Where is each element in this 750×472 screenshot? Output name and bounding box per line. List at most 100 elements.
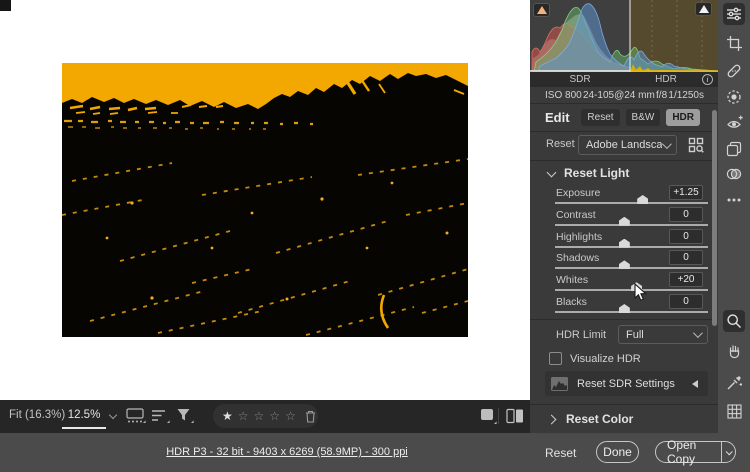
crop-tool[interactable] bbox=[723, 32, 745, 54]
color-section-title: Reset Color bbox=[566, 412, 634, 426]
bw-button[interactable]: B&W bbox=[625, 109, 661, 126]
slider-label: Shadows bbox=[556, 252, 600, 265]
edit-tool[interactable] bbox=[723, 3, 745, 25]
slider-track[interactable] bbox=[555, 195, 708, 204]
reset-sdr-button[interactable]: Reset SDR Settings bbox=[545, 371, 708, 396]
slider-blacks: Blacks 0 bbox=[530, 293, 718, 317]
profile-select[interactable]: Adobe Landscape bbox=[578, 135, 677, 155]
photo-image bbox=[61, 63, 469, 337]
highlight-clipping-icon bbox=[698, 5, 709, 13]
histogram-graph bbox=[530, 0, 719, 73]
crop-icon bbox=[726, 35, 742, 51]
zoom-menu-chevron-icon[interactable] bbox=[108, 410, 118, 420]
preview-toggle-button[interactable] bbox=[480, 408, 497, 428]
presets-icon bbox=[726, 141, 742, 157]
image-canvas[interactable] bbox=[0, 0, 530, 400]
eyedropper-icon bbox=[727, 376, 742, 390]
slider-thumb[interactable] bbox=[618, 260, 630, 270]
slider-value[interactable]: 0 bbox=[669, 206, 703, 222]
slider-contrast: Contrast 0 bbox=[530, 206, 718, 230]
slider-thumb[interactable] bbox=[637, 195, 649, 204]
zoom-tool[interactable] bbox=[723, 310, 745, 332]
slider-highlights: Highlights 0 bbox=[530, 228, 718, 252]
star-2[interactable]: ☆ bbox=[238, 410, 249, 422]
slider-track[interactable] bbox=[555, 303, 708, 313]
reset-all-button[interactable]: Reset bbox=[545, 446, 576, 460]
slider-value[interactable]: 0 bbox=[669, 228, 703, 244]
info-icon[interactable]: i bbox=[702, 74, 713, 85]
star-5[interactable]: ☆ bbox=[285, 410, 296, 422]
zoom-level-button[interactable]: 12.5% bbox=[65, 409, 103, 421]
slider-value[interactable]: +1.25 bbox=[669, 185, 703, 200]
white-balance-tool[interactable] bbox=[723, 372, 745, 394]
chevron-right-icon bbox=[546, 414, 557, 425]
slider-thumb[interactable] bbox=[618, 238, 630, 248]
visualize-hdr-checkbox[interactable] bbox=[549, 352, 562, 365]
visualize-hdr-row: Visualize HDR bbox=[530, 351, 718, 369]
status-bar: HDR P3 - 32 bit - 9403 x 6269 (58.9MP) -… bbox=[0, 433, 750, 472]
red-eye-tool[interactable] bbox=[723, 112, 745, 134]
iso-value: ISO 800 bbox=[545, 89, 582, 101]
light-section-header[interactable]: Reset Light bbox=[530, 163, 718, 183]
open-copy-menu-button[interactable] bbox=[722, 447, 735, 455]
profile-browser-icon[interactable] bbox=[688, 137, 704, 156]
highlight-clipping-indicator[interactable] bbox=[695, 2, 712, 16]
grid-tool[interactable] bbox=[723, 400, 745, 422]
filter-button[interactable] bbox=[176, 407, 194, 428]
done-button[interactable]: Done bbox=[596, 441, 639, 463]
slider-value[interactable]: 0 bbox=[669, 250, 703, 266]
sort-lines-icon bbox=[152, 410, 170, 423]
trash-icon bbox=[305, 410, 315, 423]
shadow-clipping-icon bbox=[536, 6, 547, 14]
profile-reset-label[interactable]: Reset bbox=[546, 138, 575, 150]
slider-track[interactable] bbox=[555, 216, 708, 226]
slider-track[interactable] bbox=[555, 238, 708, 248]
file-info-link[interactable]: HDR P3 - 32 bit - 9403 x 6269 (58.9MP) -… bbox=[166, 446, 408, 458]
aperture-value: f/8 bbox=[656, 89, 668, 101]
slider-label: Blacks bbox=[556, 295, 587, 308]
hdr-limit-select[interactable]: Full bbox=[618, 325, 708, 344]
slider-value[interactable]: 0 bbox=[669, 293, 703, 309]
fit-zoom-button[interactable]: Fit (16.3%) bbox=[9, 409, 65, 421]
slider-label: Highlights bbox=[556, 230, 603, 243]
red-eye-icon bbox=[726, 115, 743, 128]
photo-preview[interactable] bbox=[61, 63, 469, 337]
snapshots-tool[interactable] bbox=[723, 163, 745, 185]
more-tools[interactable] bbox=[723, 189, 745, 211]
reset-sdr-label: Reset SDR Settings bbox=[577, 377, 675, 390]
color-section-header[interactable]: Reset Color bbox=[530, 404, 718, 432]
panel-scrollbar[interactable] bbox=[712, 110, 717, 326]
slider-value[interactable]: +20 bbox=[669, 272, 703, 288]
masking-tool[interactable] bbox=[723, 86, 745, 108]
open-copy-button[interactable]: Open Copy bbox=[655, 438, 736, 466]
star-1[interactable]: ★ bbox=[222, 410, 233, 422]
hdr-limit-row: HDR Limit Full bbox=[530, 325, 718, 347]
star-3[interactable]: ☆ bbox=[254, 410, 265, 422]
preview-square-icon bbox=[481, 409, 497, 424]
hdr-limit-value: Full bbox=[626, 328, 644, 341]
before-after-button[interactable] bbox=[506, 408, 524, 427]
slider-thumb[interactable] bbox=[631, 282, 643, 292]
grid-icon bbox=[726, 403, 742, 419]
shadow-clipping-indicator[interactable] bbox=[533, 3, 550, 17]
reset-edit-button[interactable]: Reset bbox=[581, 109, 620, 126]
histogram[interactable] bbox=[530, 0, 719, 73]
slider-track[interactable] bbox=[555, 260, 708, 270]
hand-tool[interactable] bbox=[723, 340, 745, 362]
presets-tool[interactable] bbox=[723, 138, 745, 160]
slider-track[interactable] bbox=[555, 282, 708, 292]
sort-order-button[interactable] bbox=[151, 407, 170, 428]
slider-exposure: Exposure +1.25 bbox=[530, 185, 718, 208]
open-copy-label[interactable]: Open Copy bbox=[656, 438, 721, 466]
slider-thumb[interactable] bbox=[618, 216, 630, 226]
hdr-button[interactable]: HDR bbox=[666, 109, 700, 126]
star-4[interactable]: ☆ bbox=[269, 410, 280, 422]
sdr-label: SDR bbox=[569, 74, 591, 85]
heal-tool[interactable] bbox=[723, 60, 745, 82]
filmstrip-toggle-button[interactable] bbox=[126, 407, 146, 428]
filter-funnel-icon bbox=[177, 409, 194, 423]
view-toolbar: Fit (16.3%) 12.5% ★ ☆ ☆ ☆ ☆ bbox=[0, 400, 530, 433]
light-sliders: Exposure +1.25 Contrast 0 Highlights 0 S… bbox=[530, 185, 718, 317]
reject-trash-button[interactable] bbox=[305, 410, 316, 423]
slider-thumb[interactable] bbox=[618, 303, 630, 313]
